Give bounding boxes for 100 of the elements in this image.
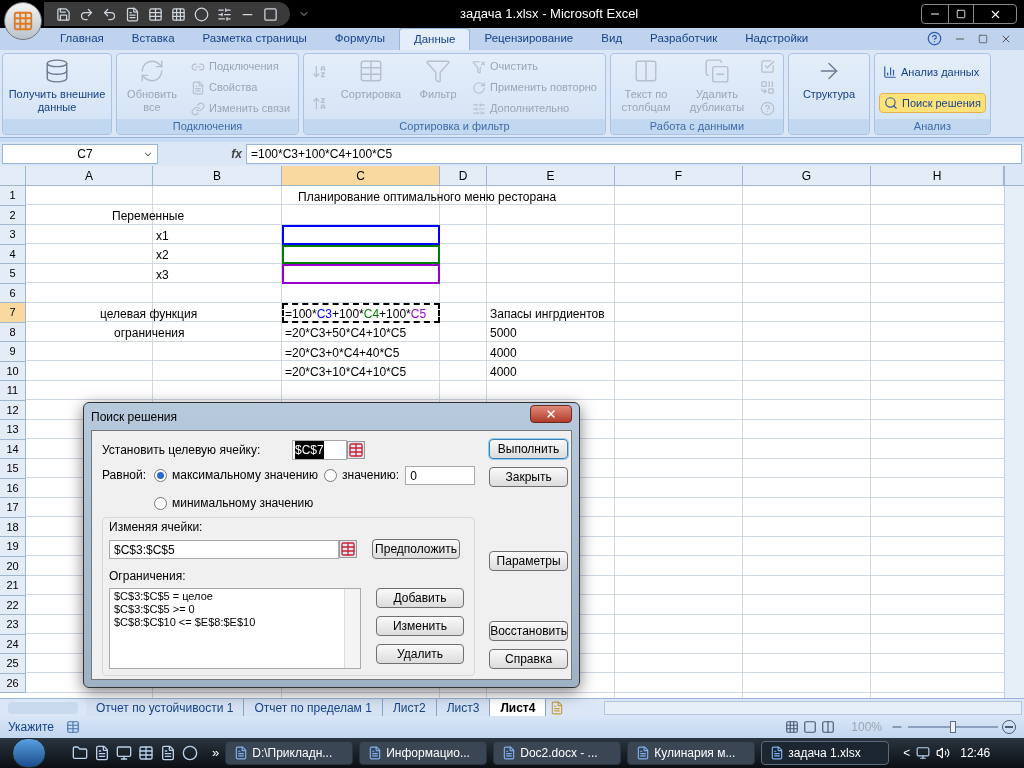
taskbar-button[interactable]: Кулинария м... bbox=[627, 741, 756, 765]
row-header[interactable]: 19 bbox=[0, 537, 26, 557]
taskbar-button[interactable]: D:\Прикладн... bbox=[225, 741, 354, 765]
toolbar-icon[interactable] bbox=[263, 6, 278, 22]
radio-button[interactable] bbox=[324, 468, 337, 482]
toolbar-icon[interactable] bbox=[217, 6, 232, 22]
toolbar-icon[interactable] bbox=[56, 6, 71, 22]
ribbon-tab[interactable]: Главная bbox=[46, 28, 118, 50]
column-header[interactable]: E bbox=[487, 166, 615, 185]
quick-launch-icon[interactable] bbox=[116, 745, 132, 761]
row-header[interactable]: 7 bbox=[0, 303, 26, 323]
horizontal-scrollbar[interactable] bbox=[604, 700, 1022, 715]
normal-view-icon[interactable] bbox=[785, 720, 800, 734]
formula-field[interactable]: =100*C3+100*C4+100*C5 bbox=[246, 144, 1022, 164]
constraint-item[interactable]: $C$3:$C$5 >= 0 bbox=[114, 603, 195, 616]
tray-arrow[interactable]: < bbox=[903, 744, 911, 762]
radio-button[interactable] bbox=[154, 496, 167, 510]
network-icon[interactable] bbox=[916, 746, 931, 760]
row-header[interactable]: 24 bbox=[0, 634, 26, 654]
close-button[interactable] bbox=[530, 404, 572, 423]
sheet-tab[interactable]: Лист4 bbox=[490, 698, 547, 717]
constraint-item[interactable]: $C$3:$C$5 = целое bbox=[114, 590, 213, 603]
ribbon-tab[interactable]: Формулы bbox=[320, 28, 399, 50]
sheet-tab[interactable]: Лист2 bbox=[382, 698, 437, 717]
toolbar-icon[interactable] bbox=[102, 6, 117, 22]
ribbon-tab[interactable]: Разметка страницы bbox=[188, 28, 321, 50]
row-header[interactable]: 3 bbox=[0, 225, 26, 245]
column-header[interactable]: A bbox=[26, 166, 153, 185]
sheet-tab[interactable]: Отчет по пределам 1 bbox=[244, 698, 383, 717]
office-button[interactable] bbox=[4, 2, 42, 40]
column-header[interactable]: F bbox=[615, 166, 743, 185]
ribbon-button[interactable]: Получить внешние данные bbox=[7, 56, 107, 119]
sheet-tab[interactable]: Лист3 bbox=[436, 698, 491, 717]
ribbon-tab[interactable]: Данные bbox=[398, 28, 471, 50]
ribbon-tab[interactable]: Вставка bbox=[117, 28, 189, 50]
taskbar-button[interactable]: Doc2.docx - ... bbox=[493, 741, 622, 765]
row-header[interactable]: 21 bbox=[0, 576, 26, 596]
quick-launch-icon[interactable] bbox=[94, 745, 110, 761]
restore-icon[interactable] bbox=[978, 33, 988, 44]
row-header[interactable]: 5 bbox=[0, 264, 26, 284]
row-header[interactable]: 20 bbox=[0, 556, 26, 576]
row-header[interactable]: 8 bbox=[0, 322, 26, 342]
ribbon-button[interactable]: Поиск решения bbox=[878, 93, 986, 114]
volume-icon[interactable] bbox=[936, 746, 951, 760]
vertical-scrollbar[interactable] bbox=[1004, 186, 1024, 698]
ribbon-button[interactable]: Структура bbox=[792, 56, 865, 119]
taskbar-button[interactable]: задача 1.xlsx bbox=[761, 741, 890, 765]
clock[interactable]: 12:46 bbox=[960, 744, 991, 762]
toolbar-icon[interactable] bbox=[148, 6, 163, 22]
constraint-button[interactable]: Изменить bbox=[376, 616, 464, 636]
ribbon-button[interactable]: Анализ данных bbox=[878, 61, 986, 82]
row-header[interactable]: 12 bbox=[0, 400, 26, 420]
ribbon-tab[interactable]: Рецензирование bbox=[470, 28, 588, 50]
row-header[interactable]: 4 bbox=[0, 244, 26, 264]
row-header[interactable]: 13 bbox=[0, 420, 26, 440]
quick-launch-icon[interactable] bbox=[160, 745, 176, 761]
column-header[interactable]: G bbox=[743, 166, 871, 185]
row-header[interactable]: 2 bbox=[0, 205, 26, 225]
quick-launch-icon[interactable] bbox=[138, 745, 154, 761]
row-header[interactable]: 17 bbox=[0, 498, 26, 518]
row-header[interactable]: 23 bbox=[0, 615, 26, 635]
row-header[interactable]: 10 bbox=[0, 361, 26, 381]
row-header[interactable]: 18 bbox=[0, 517, 26, 537]
taskbar-button[interactable]: Информацио... bbox=[359, 741, 488, 765]
ribbon-tab[interactable]: Вид bbox=[587, 28, 637, 50]
ribbon-tab[interactable]: Разработчик bbox=[636, 28, 732, 50]
list-scrollbar[interactable] bbox=[344, 589, 360, 668]
toolbar-icon[interactable] bbox=[194, 6, 209, 22]
constraint-button[interactable]: Добавить bbox=[376, 588, 464, 608]
changing-cells-field[interactable]: $C$3:$C$5 bbox=[109, 539, 339, 559]
row-header[interactable]: 22 bbox=[0, 595, 26, 615]
dialog-button[interactable]: Восстановить bbox=[489, 621, 568, 641]
row-header[interactable]: 16 bbox=[0, 478, 26, 498]
toolbar-icon[interactable] bbox=[125, 6, 140, 22]
overflow-chevron[interactable]: » bbox=[212, 743, 220, 763]
row-header[interactable]: 14 bbox=[0, 439, 26, 459]
row-header[interactable]: 1 bbox=[0, 186, 26, 206]
quick-launch-icon[interactable] bbox=[72, 745, 88, 761]
target-cell-field[interactable]: $C$7 bbox=[292, 440, 347, 460]
ribbon-tab[interactable]: Надстройки bbox=[731, 28, 823, 50]
row-header[interactable]: 11 bbox=[0, 381, 26, 401]
toolbar-icon[interactable] bbox=[79, 6, 94, 22]
column-header[interactable]: D bbox=[440, 166, 487, 185]
restore-button[interactable] bbox=[948, 5, 974, 23]
name-box[interactable]: C7 bbox=[2, 144, 158, 164]
macro-icon[interactable] bbox=[66, 720, 81, 734]
row-header[interactable]: 9 bbox=[0, 342, 26, 362]
row-header[interactable]: 15 bbox=[0, 459, 26, 479]
collapse-icon[interactable] bbox=[339, 540, 357, 558]
quick-launch-icon[interactable] bbox=[182, 745, 198, 761]
radio-button[interactable] bbox=[154, 468, 167, 482]
collapse-icon[interactable] bbox=[347, 441, 365, 459]
dialog-button[interactable]: Справка bbox=[489, 649, 568, 669]
row-header[interactable]: 6 bbox=[0, 283, 26, 303]
toolbar-icon[interactable] bbox=[171, 6, 186, 22]
dialog-button[interactable]: Параметры bbox=[489, 551, 568, 571]
constraint-button[interactable]: Удалить bbox=[376, 644, 464, 664]
row-header[interactable]: 25 bbox=[0, 654, 26, 674]
page-layout-icon[interactable] bbox=[803, 720, 818, 734]
constraint-item[interactable]: $C$8:$C$10 <= $E$8:$E$10 bbox=[114, 616, 256, 629]
